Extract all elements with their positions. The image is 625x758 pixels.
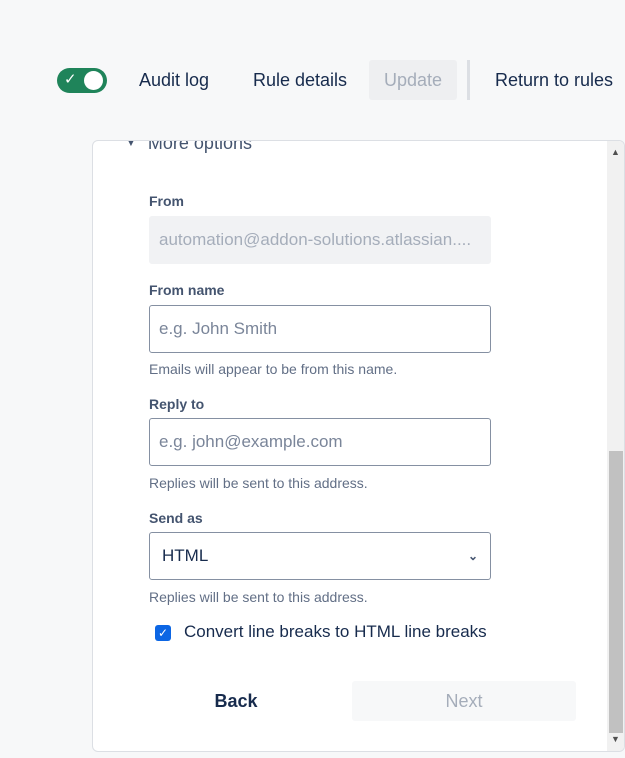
- convert-line-breaks-checkbox[interactable]: ✓: [155, 625, 171, 641]
- more-options-label: More options: [147, 140, 252, 153]
- audit-log-button[interactable]: Audit log: [139, 60, 209, 100]
- email-options-panel: ▼ More options From automation@addon-solu…: [92, 140, 625, 752]
- reply-to-help: Replies will be sent to this address.: [149, 475, 368, 491]
- update-button[interactable]: Update: [369, 60, 457, 100]
- scroll-up-icon[interactable]: ▲: [611, 147, 620, 157]
- rule-details-button[interactable]: Rule details: [253, 60, 347, 100]
- send-as-label: Send as: [149, 510, 203, 526]
- reply-to-input[interactable]: [149, 418, 491, 466]
- chevron-down-icon: ⌄: [467, 549, 478, 563]
- scroll-down-icon[interactable]: ▼: [611, 734, 620, 744]
- divider: [467, 60, 470, 100]
- send-as-select[interactable]: HTML ⌄: [149, 532, 491, 580]
- send-as-value: HTML: [162, 546, 209, 565]
- reply-to-label: Reply to: [149, 396, 205, 412]
- from-name-input[interactable]: [149, 305, 491, 353]
- toggle-knob: [84, 71, 103, 90]
- send-as-help: Replies will be sent to this address.: [149, 589, 368, 605]
- from-label: From: [149, 193, 184, 209]
- scrollbar[interactable]: ▲ ▼: [607, 141, 624, 751]
- scrollbar-thumb[interactable]: [609, 451, 623, 733]
- caret-down-icon: ▼: [126, 140, 136, 149]
- return-to-rules-button[interactable]: Return to rules: [495, 60, 613, 100]
- convert-line-breaks-label[interactable]: Convert line breaks to HTML line breaks: [184, 622, 487, 642]
- from-name-label: From name: [149, 282, 225, 298]
- more-options-toggle[interactable]: ▼ More options: [126, 140, 252, 154]
- from-field: automation@addon-solutions.atlassian....: [149, 216, 491, 264]
- back-button[interactable]: Back: [194, 681, 278, 721]
- next-button[interactable]: Next: [352, 681, 576, 721]
- from-name-help: Emails will appear to be from this name.: [149, 361, 398, 377]
- check-icon: ✓: [64, 71, 77, 88]
- rule-enabled-toggle[interactable]: ✓: [57, 68, 107, 93]
